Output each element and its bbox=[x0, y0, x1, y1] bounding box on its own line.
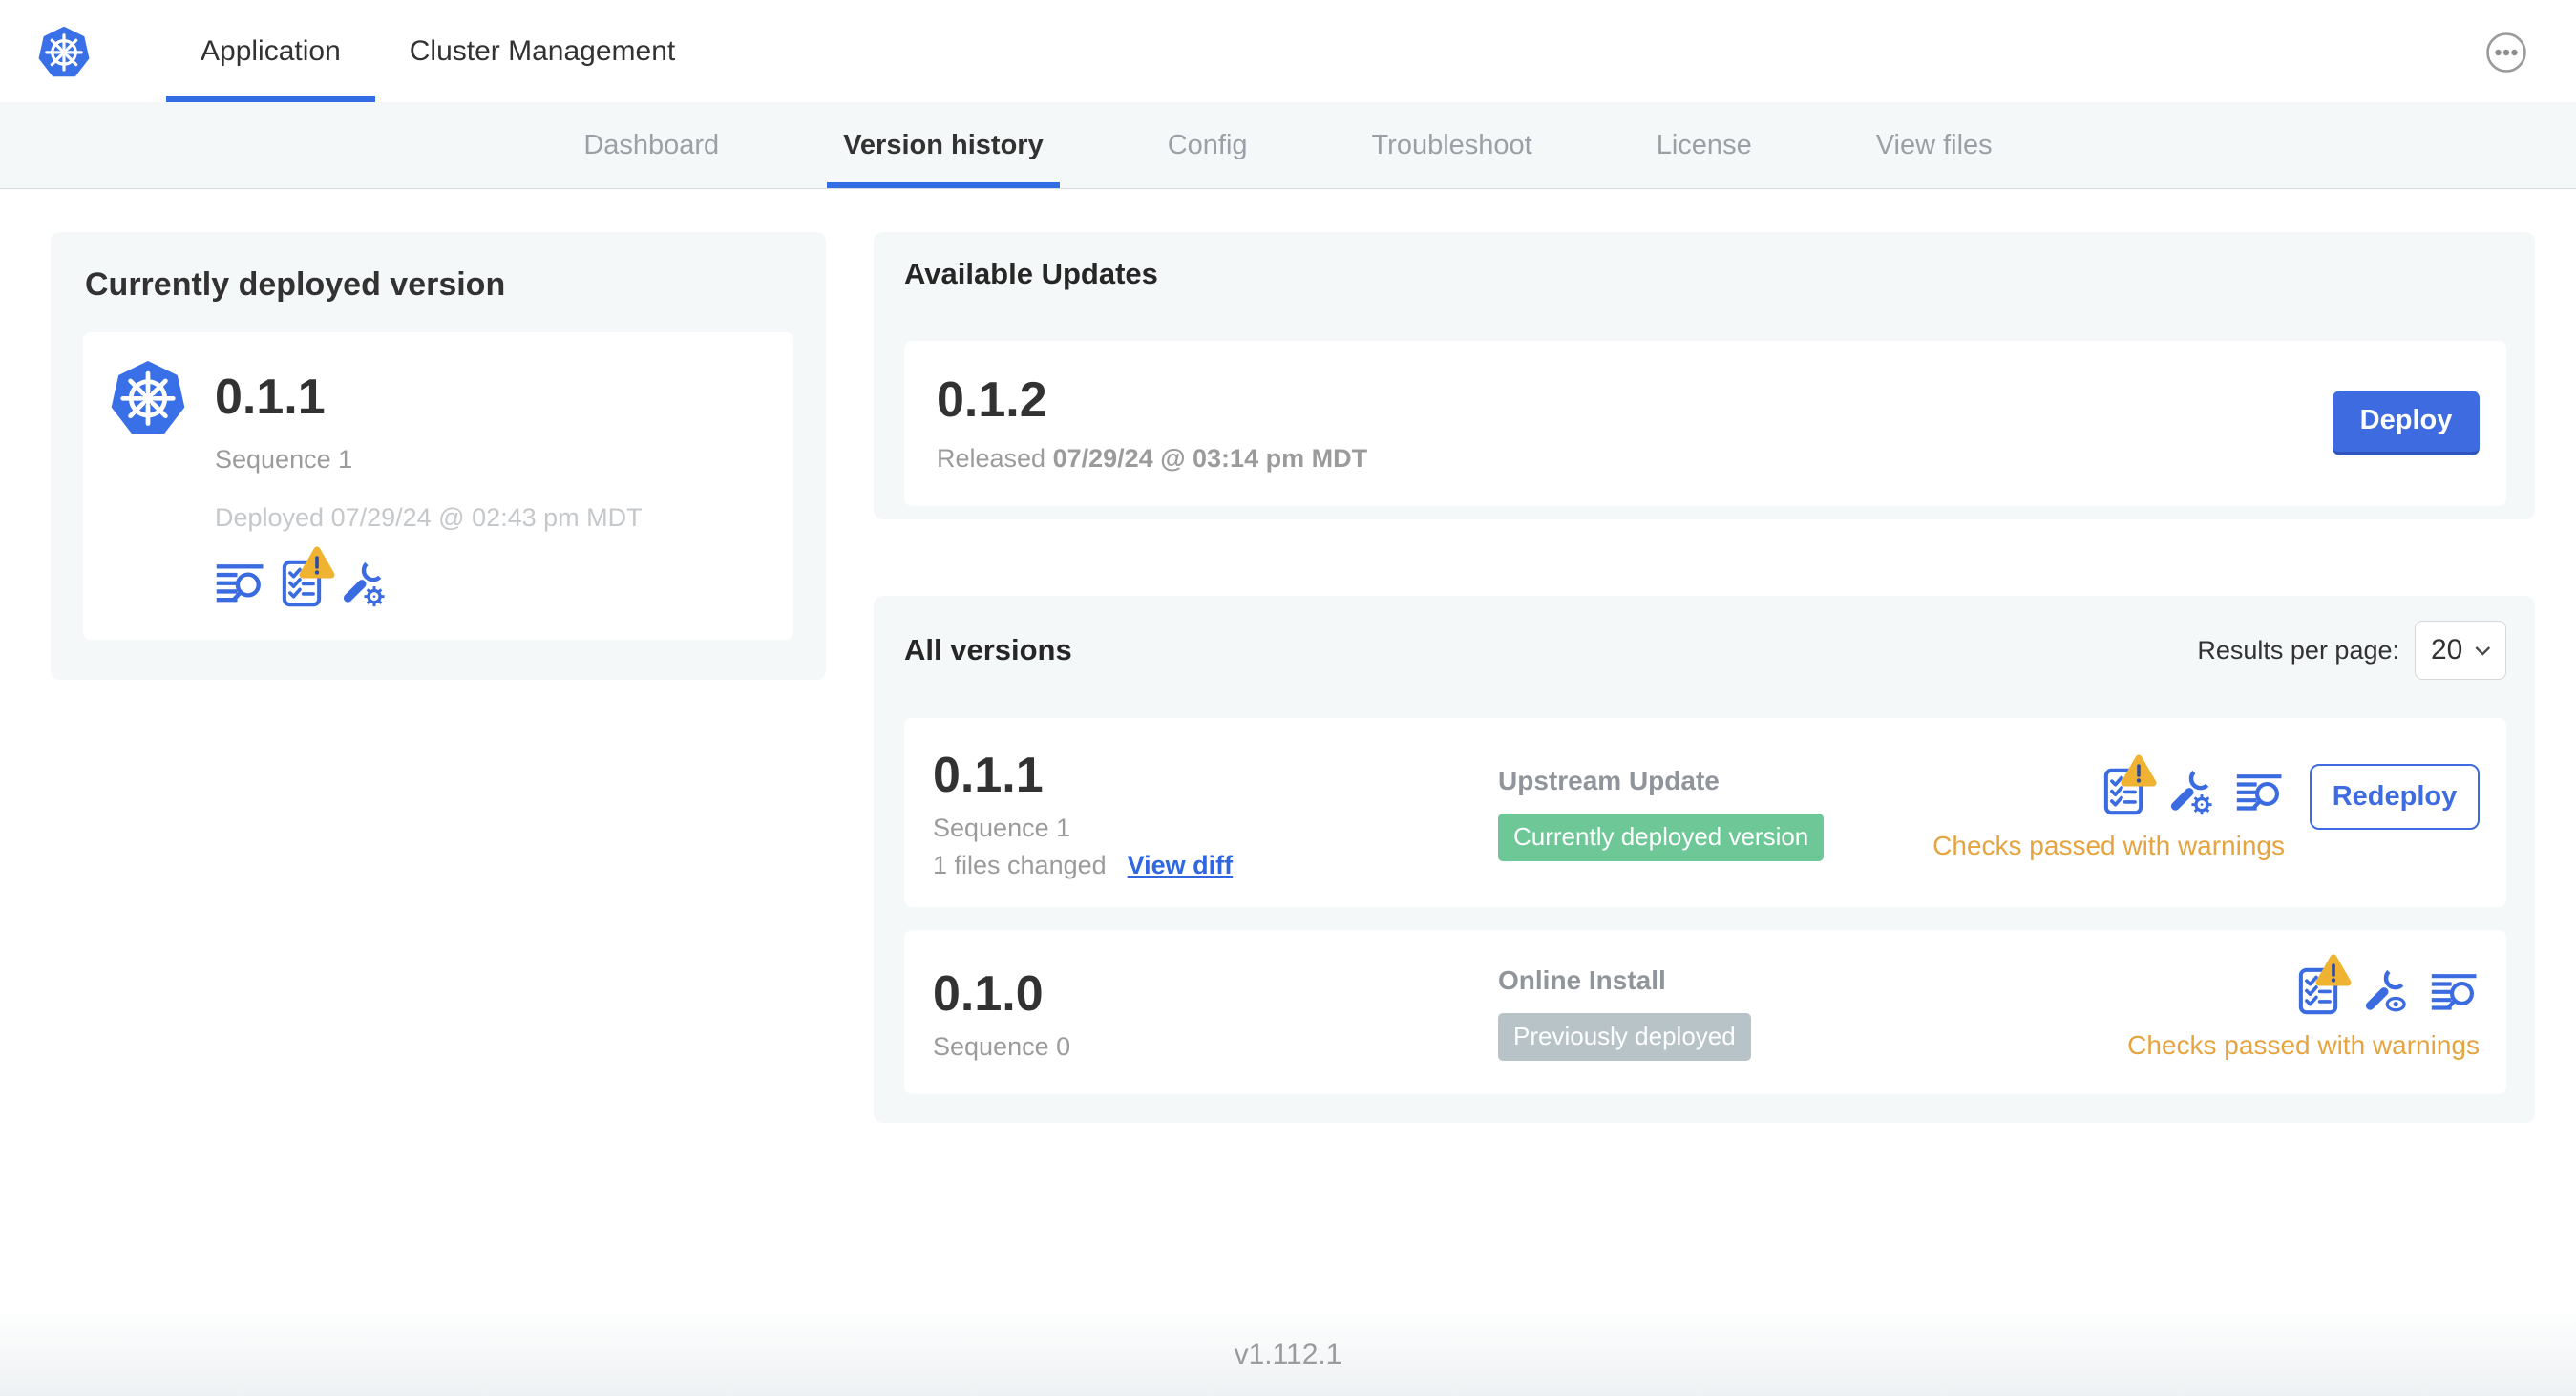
top-nav-tabs: Application Cluster Management bbox=[166, 0, 709, 102]
available-updates-title: Available Updates bbox=[904, 257, 1158, 290]
files-changed-label: 1 files changed bbox=[933, 851, 1107, 879]
version-row-0-1-0: 0.1.0 Sequence 0 Online Install Previous… bbox=[904, 930, 2506, 1094]
previously-deployed-badge: Previously deployed bbox=[1498, 1013, 1751, 1061]
view-diff-link[interactable]: View diff bbox=[1128, 851, 1234, 880]
released-date: 07/29/24 @ 03:14 pm MDT bbox=[1052, 444, 1368, 473]
tab-config[interactable]: Config bbox=[1151, 102, 1264, 188]
ellipsis-menu-icon[interactable] bbox=[2484, 31, 2528, 74]
deployed-version-number: 0.1.1 bbox=[215, 370, 326, 425]
kubernetes-app-icon bbox=[108, 357, 188, 437]
warning-triangle-icon bbox=[2315, 954, 2352, 986]
all-versions-title: All versions bbox=[904, 633, 1072, 666]
released-prefix: Released bbox=[937, 444, 1046, 473]
update-version-number: 0.1.2 bbox=[937, 372, 1047, 428]
console-version-label: v1.112.1 bbox=[1234, 1339, 1342, 1370]
app-sub-navbar: Dashboard Version history Config Trouble… bbox=[0, 102, 2576, 189]
tab-license[interactable]: License bbox=[1640, 102, 1768, 188]
currently-deployed-badge: Currently deployed version bbox=[1498, 814, 1825, 861]
top-navbar: Application Cluster Management bbox=[0, 0, 2576, 102]
version-sequence: Sequence 1 bbox=[933, 814, 1071, 842]
wrench-gear-icon[interactable] bbox=[2164, 766, 2214, 815]
redeploy-button[interactable]: Redeploy bbox=[2310, 764, 2480, 830]
checks-status-text: Checks passed with warnings bbox=[1932, 831, 2285, 860]
preflight-checklist-icon[interactable] bbox=[282, 560, 322, 607]
tab-cluster-management[interactable]: Cluster Management bbox=[375, 0, 709, 102]
main-content: Currently deployed version 0.1.1 Sequenc… bbox=[0, 189, 2576, 1123]
tab-troubleshoot[interactable]: Troubleshoot bbox=[1356, 102, 1549, 188]
available-updates-panel: Available Updates 0.1.2 Released 07/29/2… bbox=[874, 232, 2535, 519]
console-footer: v1.112.1 bbox=[0, 1314, 2576, 1396]
version-sequence: Sequence 0 bbox=[933, 1031, 1071, 1061]
version-row-0-1-1: 0.1.1 Sequence 1 1 files changed View di… bbox=[904, 718, 2506, 907]
preflight-checklist-icon[interactable] bbox=[2103, 768, 2143, 815]
version-number: 0.1.0 bbox=[933, 965, 1044, 1022]
currently-deployed-panel: Currently deployed version 0.1.1 Sequenc… bbox=[51, 232, 826, 680]
version-source-label: Upstream Update bbox=[1498, 766, 1720, 795]
version-number: 0.1.1 bbox=[933, 748, 1044, 803]
version-source-label: Online Install bbox=[1498, 965, 1666, 995]
currently-deployed-title: Currently deployed version bbox=[85, 266, 506, 303]
wrench-gear-icon[interactable] bbox=[337, 558, 387, 607]
tab-version-history[interactable]: Version history bbox=[827, 102, 1060, 188]
kubernetes-logo[interactable] bbox=[36, 24, 92, 79]
currently-deployed-card: 0.1.1 Sequence 1 Deployed 07/29/24 @ 02:… bbox=[83, 332, 793, 640]
available-update-card: 0.1.2 Released 07/29/24 @ 03:14 pm MDT D… bbox=[904, 341, 2506, 506]
all-versions-panel: All versions Results per page: 20 0.1.1 bbox=[874, 596, 2535, 1123]
tab-dashboard[interactable]: Dashboard bbox=[567, 102, 735, 188]
deployed-sequence-label: Sequence 1 bbox=[215, 445, 353, 474]
preflight-checklist-icon[interactable] bbox=[2298, 967, 2338, 1015]
update-released-line: Released 07/29/24 @ 03:14 pm MDT bbox=[937, 444, 1367, 474]
results-per-page-select[interactable]: 20 bbox=[2415, 621, 2506, 680]
logs-magnifier-icon[interactable] bbox=[215, 562, 266, 607]
deploy-button[interactable]: Deploy bbox=[2333, 390, 2480, 455]
results-per-page-value: 20 bbox=[2431, 634, 2463, 666]
chevron-down-icon bbox=[2475, 645, 2491, 656]
checks-status-text: Checks passed with warnings bbox=[2127, 1030, 2480, 1060]
results-per-page-label: Results per page: bbox=[2197, 635, 2399, 665]
deployed-timestamp: Deployed 07/29/24 @ 02:43 pm MDT bbox=[215, 503, 643, 532]
warning-triangle-icon bbox=[2121, 754, 2157, 787]
tab-application[interactable]: Application bbox=[166, 0, 375, 102]
warning-triangle-icon bbox=[299, 546, 335, 579]
wrench-eye-icon[interactable] bbox=[2359, 965, 2409, 1015]
logs-magnifier-icon[interactable] bbox=[2430, 972, 2480, 1015]
logs-magnifier-icon[interactable] bbox=[2235, 772, 2285, 815]
tab-view-files[interactable]: View files bbox=[1860, 102, 2009, 188]
